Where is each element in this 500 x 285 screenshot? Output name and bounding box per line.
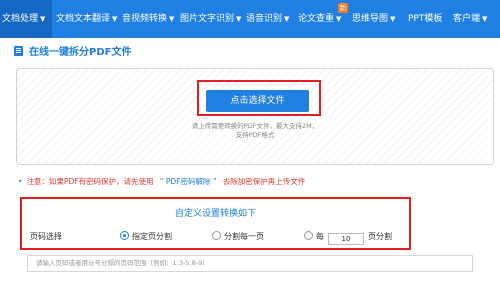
radio-selected-icon[interactable] (120, 231, 129, 240)
nav-item-av-convert[interactable]: 音视频转换 ▼ (122, 0, 174, 38)
password-notice: • 注意：如果PDF有密码保护，请先使用 “ PDF密码解除 ” 去除加密保护再上传文… (18, 176, 305, 187)
page-title: 在线一键拆分PDF文件 (14, 46, 131, 60)
notice-suffix: 去除加密保护再上传文件 (222, 177, 306, 186)
settings-panel: 自定义设置转换如下 页码选择 指定页分割 分割每一页 每 10 页分割 (20, 197, 411, 250)
nav-item-ppt-template[interactable]: PPT模板 (408, 0, 442, 38)
upload-hint: 请上传需要转换的PDF文件，最大支持2M， 支持PDF格式 (150, 122, 360, 140)
nav-item-ocr[interactable]: 图片文字识别 ▼ (180, 0, 241, 38)
settings-title: 自定义设置转换如下 (174, 209, 256, 219)
nav-item-label: 论文查重 (298, 14, 335, 24)
radio-each-page[interactable]: 分割每一页 (212, 231, 264, 242)
radio-label: 每 (316, 232, 324, 241)
document-icon (14, 46, 23, 56)
radio-every-n-pages[interactable]: 每 10 页分割 (304, 231, 392, 245)
radio-label: 页分割 (368, 232, 392, 241)
caret-down-icon: ▼ (482, 15, 488, 23)
radio-icon[interactable] (212, 231, 221, 240)
bullet-icon: • (18, 177, 23, 186)
caret-down-icon: ▼ (112, 15, 118, 23)
upload-hint-line: 请上传需要转换的PDF文件，最大支持2M， (191, 122, 319, 130)
nav-item-speech[interactable]: 语音识别 ▼ (246, 0, 289, 38)
page-title-text: 在线一键拆分PDF文件 (29, 47, 132, 58)
radio-label: 分割每一页 (224, 232, 264, 241)
upload-hint-line: 支持PDF格式 (235, 131, 275, 139)
nav-item-doc-processing[interactable]: 文档处理 ▼ (0, 0, 52, 38)
caret-down-icon: ▼ (236, 15, 242, 23)
new-badge: 新 (338, 3, 348, 13)
nav-item-plagiarism[interactable]: 论文查重 ▼ (298, 0, 341, 38)
nav-item-doc-translate[interactable]: 文档文本翻译 ▼ (56, 0, 117, 38)
nav-item-label: 图片文字识别 (180, 14, 235, 24)
caret-down-icon: ▼ (40, 15, 46, 23)
notice-prefix: 注意：如果PDF有密码保护，请先使用 (26, 177, 154, 186)
nav-item-label: 文档处理 (2, 14, 39, 24)
page-select-label: 页码选择 (30, 232, 62, 241)
top-nav: 文档处理 ▼ 文档文本翻译 ▼ 音视频转换 ▼ 图片文字识别 ▼ 语音识别 ▼ 论文查重 ▼… (0, 0, 500, 38)
nav-item-label: 音视频转换 (122, 14, 168, 24)
page-range-input[interactable]: 请输入页码或者用分号分隔的页码范围（例如：1;3-5;8-9） (27, 255, 473, 272)
nav-item-label: 文档文本翻译 (56, 14, 111, 24)
nav-item-label: 思维导图 (352, 14, 389, 24)
nav-item-mindmap[interactable]: 思维导图 ▼ (352, 0, 395, 38)
select-file-button[interactable]: 点击选择文件 (206, 90, 309, 112)
nav-item-client[interactable]: 客户端 ▼ (453, 0, 487, 38)
caret-down-icon: ▼ (336, 15, 342, 23)
pages-per-split-input[interactable]: 10 (328, 233, 364, 245)
nav-item-label: 客户端 (453, 14, 481, 24)
nav-item-label: 语音识别 (246, 14, 283, 24)
caret-down-icon: ▼ (284, 15, 290, 23)
caret-down-icon: ▼ (390, 15, 396, 23)
pdf-unlock-link[interactable]: “ PDF密码解除 ” (160, 177, 217, 186)
caret-down-icon: ▼ (169, 15, 175, 23)
radio-icon[interactable] (304, 231, 313, 240)
radio-label: 指定页分割 (132, 232, 172, 241)
nav-item-label: PPT模板 (408, 14, 443, 24)
radio-specified-pages[interactable]: 指定页分割 (120, 231, 172, 242)
